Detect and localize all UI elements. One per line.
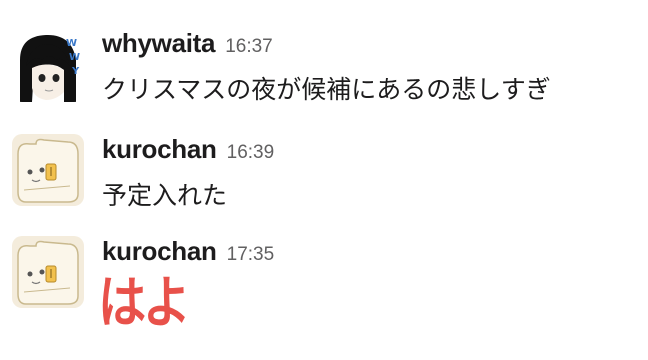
username[interactable]: kurochan xyxy=(102,236,217,266)
message-header: kurochan 16:39 xyxy=(102,134,274,165)
username[interactable]: kurochan xyxy=(102,134,217,164)
bread-character-avatar-icon[interactable] xyxy=(12,236,84,308)
chat-message-list: W W Y whywaita 16:37 クリスマスの夜が候補にあるの悲しすぎ xyxy=(0,0,648,360)
message-text: 予定入れた xyxy=(102,181,228,210)
message-header: whywaita 16:37 xyxy=(102,28,273,59)
svg-text:W: W xyxy=(66,38,77,49)
sticker-emoji: はよ xyxy=(98,271,191,336)
message-header: kurochan 17:35 xyxy=(102,236,274,267)
svg-text:Y: Y xyxy=(71,66,80,77)
timestamp[interactable]: 17:35 xyxy=(227,244,275,265)
girl-avatar-icon[interactable]: W W Y xyxy=(12,30,84,102)
svg-text:W: W xyxy=(69,52,80,63)
message: W W Y whywaita 16:37 クリスマスの夜が候補にあるの悲しすぎ xyxy=(0,28,648,108)
bread-character-avatar-icon[interactable] xyxy=(12,134,84,206)
username[interactable]: whywaita xyxy=(102,28,216,58)
message: kurochan 17:35 はよ xyxy=(0,236,648,346)
message: kurochan 16:39 予定入れた xyxy=(0,134,648,214)
message-text: クリスマスの夜が候補にあるの悲しすぎ xyxy=(102,75,551,104)
timestamp[interactable]: 16:39 xyxy=(227,142,275,163)
timestamp[interactable]: 16:37 xyxy=(225,36,273,57)
